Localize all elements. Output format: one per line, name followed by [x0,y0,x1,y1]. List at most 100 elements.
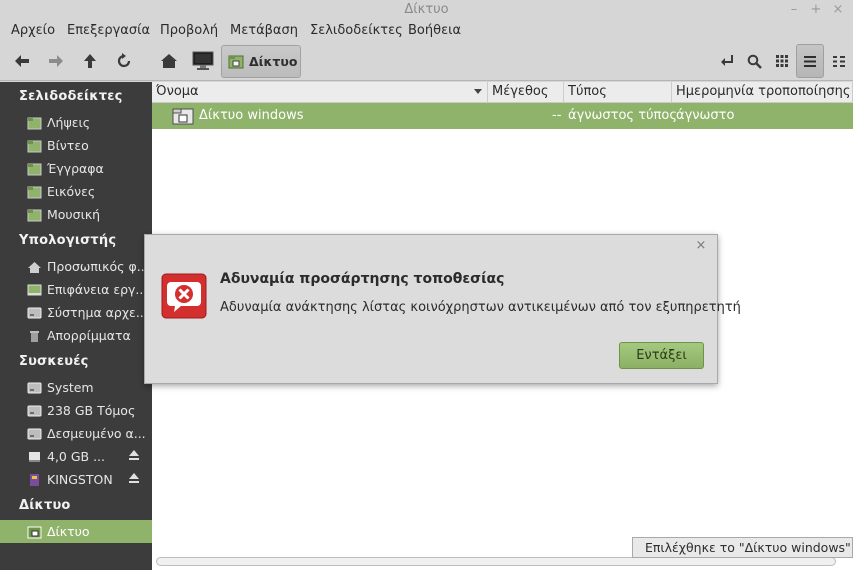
toggle-location-button[interactable] [713,47,741,75]
pictures-folder-icon [27,186,42,198]
column-size[interactable]: Μέγεθος [488,82,564,103]
sidebar-item-downloads[interactable]: Λήψεις [0,111,152,134]
menu-file[interactable]: Αρχείο [11,23,55,38]
row-name: Δίκτυο windows [199,108,304,123]
table-row[interactable]: Δίκτυο windows -- άγνωστος τύπος άγνωστο [152,103,853,129]
ok-button[interactable]: Εντάξει [619,342,704,369]
menu-bookmarks[interactable]: Σελιδοδείκτες [310,23,403,38]
menu-edit[interactable]: Επεξεργασία [67,23,150,38]
icon-view-icon [776,55,788,67]
horizontal-scrollbar[interactable] [156,557,836,566]
sidebar-item-label: 238 GB Τόμος [47,403,136,418]
list-view-icon [804,55,816,67]
sidebar-item-kingston[interactable]: KINGSTON [0,468,152,491]
toolbar: Δίκτυο [0,43,853,81]
reload-icon [117,53,131,68]
window-title: Δίκτυο [404,2,449,17]
maximize-button[interactable]: + [808,1,824,19]
sidebar-item-label: Βίντεο [47,138,89,153]
icon-view-button[interactable] [768,47,796,75]
dialog-title: Αδυναμία προσάρτησης τοποθεσίας [220,271,505,287]
sidebar-item-label: Έγγραφα [47,161,104,176]
sidebar-item-label: Εικόνες [47,184,96,199]
row-type: άγνωστος τύπος [568,108,677,123]
sidebar-item-videos[interactable]: Βίντεο [0,134,152,157]
sidebar-header-network: Δίκτυο [19,498,71,513]
menu-bar: Αρχείο Επεξεργασία Προβολή Μετάβαση Σελι… [0,21,853,43]
sidebar-item-label: Μουσική [47,207,101,222]
dialog-message: Αδυναμία ανάκτησης λίστας κοινόχρηστων α… [220,300,741,315]
sidebar-item-music[interactable]: Μουσική [0,203,152,226]
forward-button[interactable] [42,47,70,75]
sidebar-item-label: 4,0 GB ... [47,449,106,464]
search-icon [747,54,762,69]
computer-button[interactable] [189,47,217,75]
up-button[interactable] [76,47,104,75]
back-button[interactable] [8,47,36,75]
sidebar-item-label: Λήψεις [47,115,91,130]
sidebar-header-computer: Υπολογιστής [19,233,117,248]
column-modified[interactable]: Ημερομηνία τροποποίησης [672,82,853,103]
status-bar: Επιλέχθηκε το "Δίκτυο windows" [632,537,853,558]
search-button[interactable] [740,47,768,75]
path-toggle-icon [721,55,733,66]
home-icon [161,54,177,68]
column-name[interactable]: Όνομα [152,82,488,103]
title-bar: Δίκτυο – + × [0,0,853,21]
drive-icon [27,405,42,416]
sidebar-item-pictures[interactable]: Εικόνες [0,180,152,203]
sidebar-item-home[interactable]: Προσωπικός φ... [0,255,152,278]
home-folder-icon [28,261,41,273]
sidebar-item-trash[interactable]: Απορρίμματα [0,324,152,347]
drive-icon [27,307,42,318]
downloads-folder-icon [27,117,42,129]
column-type[interactable]: Τύπος [564,82,672,103]
eject-icon[interactable] [128,449,140,461]
sidebar-item-system[interactable]: System [0,376,152,399]
sidebar-item-documents[interactable]: Έγγραφα [0,157,152,180]
error-icon [161,273,207,319]
menu-help[interactable]: Βοήθεια [408,23,461,38]
sidebar-item-label: Επιφάνεια εργ... [47,282,148,297]
sidebar-item-volume[interactable]: 238 GB Τόμος [0,399,152,422]
drive-icon [27,382,42,393]
sidebar-item-label: System [47,380,94,395]
eject-icon[interactable] [128,472,140,484]
sidebar-item-desktop[interactable]: Επιφάνεια εργ... [0,278,152,301]
up-arrow-icon [84,54,96,68]
network-folder-icon [172,108,194,125]
computer-icon [192,51,214,70]
sidebar-header-devices: Συσκευές [19,354,89,369]
minimize-button[interactable]: – [786,1,802,19]
close-window-button[interactable]: × [830,1,846,19]
sidebar-item-label: Δεσμευμένο α... [47,426,146,441]
column-name-label: Όνομα [156,84,199,99]
sidebar-header-bookmarks: Σελιδοδείκτες [19,89,123,104]
dialog-close-button[interactable]: × [694,239,708,253]
sidebar-item-reserved[interactable]: Δεσμευμένο α... [0,422,152,445]
row-modified: άγνωστο [676,108,735,123]
home-button[interactable] [155,47,183,75]
list-view-button[interactable] [796,44,824,78]
desktop-icon [27,284,42,295]
sidebar-item-filesystem[interactable]: Σύστημα αρχε... [0,301,152,324]
sort-down-icon [474,89,482,94]
network-folder-icon [228,55,244,69]
menu-view[interactable]: Προβολή [160,23,218,38]
sidebar: Σελιδοδείκτες Λήψεις Βίντεο Έγγραφα Εικό… [0,82,152,570]
videos-folder-icon [27,140,42,152]
sidebar-item-label: Απορρίμματα [47,328,131,343]
menu-go[interactable]: Μετάβαση [230,23,298,38]
usb-stick-icon [30,473,39,486]
sidebar-item-usb-4gb[interactable]: 4,0 GB ... [0,445,152,468]
documents-folder-icon [27,163,42,175]
compact-view-button[interactable] [825,47,853,75]
sidebar-item-network[interactable]: Δίκτυο [0,520,152,543]
trash-icon [30,330,39,342]
sidebar-item-label: Δίκτυο [47,524,90,539]
music-folder-icon [27,209,42,221]
location-network-button[interactable]: Δίκτυο [221,45,301,78]
reload-button[interactable] [110,47,138,75]
usb-drive-icon [29,451,40,462]
row-size: -- [552,108,562,123]
